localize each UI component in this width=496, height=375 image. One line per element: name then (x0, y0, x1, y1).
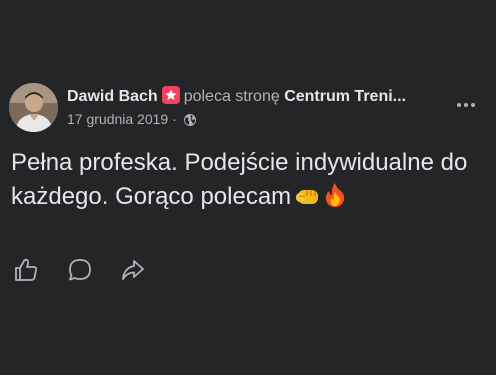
more-options-icon[interactable] (450, 92, 482, 116)
share-icon[interactable] (119, 256, 147, 284)
truncation-ellipsis: ... (392, 88, 407, 105)
comment-icon[interactable] (66, 256, 94, 284)
post-body-text: Pełna profeska. Podejście indywidualne d… (11, 149, 468, 210)
post-meta: 17 grudnia 2019 · (67, 110, 197, 131)
recommend-action-text: poleca stronę (183, 88, 280, 105)
recommendation-post: Dawid Bach poleca stronę Centrum Treni...… (0, 0, 496, 375)
recommend-badge-icon (161, 86, 180, 104)
recommended-page-name[interactable]: Centrum Treni (284, 88, 392, 105)
meta-separator: · (172, 111, 177, 127)
like-icon[interactable] (12, 256, 40, 284)
post-body: Pełna profeska. Podejście indywidualne d… (11, 146, 481, 218)
oncoming-fist-emoji (295, 184, 323, 218)
author-name[interactable]: Dawid Bach (67, 88, 158, 105)
post-date[interactable]: 17 grudnia 2019 (67, 111, 168, 127)
fire-emoji (323, 182, 347, 218)
author-avatar[interactable] (9, 83, 58, 132)
globe-icon (183, 113, 197, 131)
post-header: Dawid Bach poleca stronę Centrum Treni... (67, 86, 447, 107)
